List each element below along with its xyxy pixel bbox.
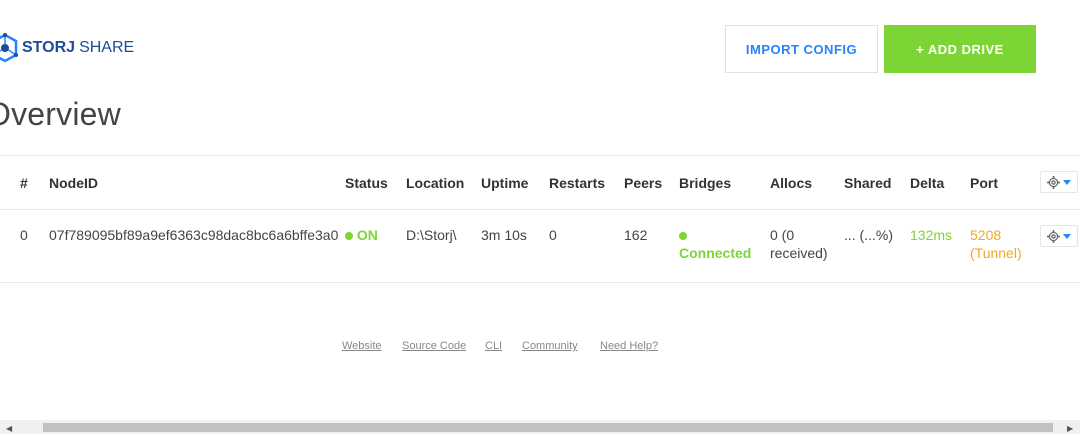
col-header-bridges: Bridges — [679, 175, 732, 191]
cell-uptime: 3m 10s — [481, 227, 527, 243]
cell-peers: 162 — [624, 227, 648, 243]
footer: Website Source Code CLI Community Need H… — [0, 340, 1080, 356]
gear-icon — [1047, 175, 1060, 189]
cell-index: 0 — [20, 227, 28, 243]
footer-link-cli[interactable]: CLI — [485, 340, 502, 352]
col-header-peers: Peers — [624, 175, 663, 191]
allocs-line-1: 0 (0 — [770, 227, 795, 243]
col-header-status: Status — [345, 175, 388, 191]
col-header-delta: Delta — [910, 175, 945, 191]
footer-link-need-help[interactable]: Need Help? — [600, 340, 658, 352]
logo-text: STORJ SHARE — [22, 39, 134, 57]
cell-restarts: 0 — [549, 227, 557, 243]
cell-status: ON — [345, 226, 378, 244]
status-label: ON — [356, 227, 378, 243]
row-settings-dropdown[interactable] — [1040, 225, 1078, 247]
cell-shared: ... (...%) — [844, 227, 893, 243]
cell-delta: 132ms — [910, 227, 953, 243]
table-top-divider — [0, 155, 1080, 156]
horizontal-scrollbar[interactable]: ◀ ▶ — [0, 420, 1080, 434]
table-bottom-divider — [0, 282, 1080, 283]
settings-all-dropdown[interactable] — [1040, 171, 1078, 193]
col-header-restarts: Restarts — [549, 175, 606, 191]
storj-hex-icon — [0, 33, 18, 63]
col-header-shared: Shared — [844, 175, 892, 191]
col-header-allocs: Allocs — [770, 175, 813, 191]
logo-light: SHARE — [79, 39, 135, 56]
cell-port: 5208 (Tunnel) — [970, 226, 1022, 262]
footer-link-source-code[interactable]: Source Code — [402, 340, 466, 352]
scroll-left-arrow-icon[interactable]: ◀ — [6, 424, 12, 433]
chevron-down-icon — [1063, 179, 1071, 185]
footer-link-community[interactable]: Community — [522, 340, 578, 352]
col-header-uptime: Uptime — [481, 175, 529, 191]
col-header-location: Location — [406, 175, 465, 191]
bridges-dot-icon — [679, 232, 687, 241]
col-header-nodeid: NodeID — [49, 175, 98, 191]
chevron-down-icon — [1063, 233, 1071, 239]
add-drive-button[interactable]: + ADD DRIVE — [884, 25, 1036, 73]
cell-allocs: 0 (0 received) — [770, 226, 828, 262]
allocs-line-2: received) — [770, 245, 828, 261]
footer-link-website[interactable]: Website — [342, 340, 382, 352]
port-type: (Tunnel) — [970, 245, 1022, 261]
page-title: Overview — [0, 96, 121, 132]
cell-location: D:\Storj\ — [406, 227, 457, 243]
table-header-divider — [0, 209, 1080, 210]
status-dot-icon — [345, 232, 353, 241]
bridges-label: Connected — [679, 245, 752, 261]
gear-icon — [1047, 229, 1060, 243]
logo-bold: STORJ — [22, 39, 76, 56]
cell-nodeid: 07f789095bf89a9ef6363c98dac8bc6a6bffe3a0 — [49, 227, 339, 243]
scroll-right-arrow-icon[interactable]: ▶ — [1067, 424, 1073, 433]
cell-bridges: Connected — [679, 226, 751, 262]
logo: STORJ SHARE — [0, 30, 134, 66]
import-config-button[interactable]: IMPORT CONFIG — [725, 25, 878, 73]
port-number: 5208 — [970, 227, 1002, 243]
col-header-index: # — [20, 175, 28, 191]
scrollbar-thumb[interactable] — [43, 423, 1053, 432]
col-header-port: Port — [970, 175, 998, 191]
